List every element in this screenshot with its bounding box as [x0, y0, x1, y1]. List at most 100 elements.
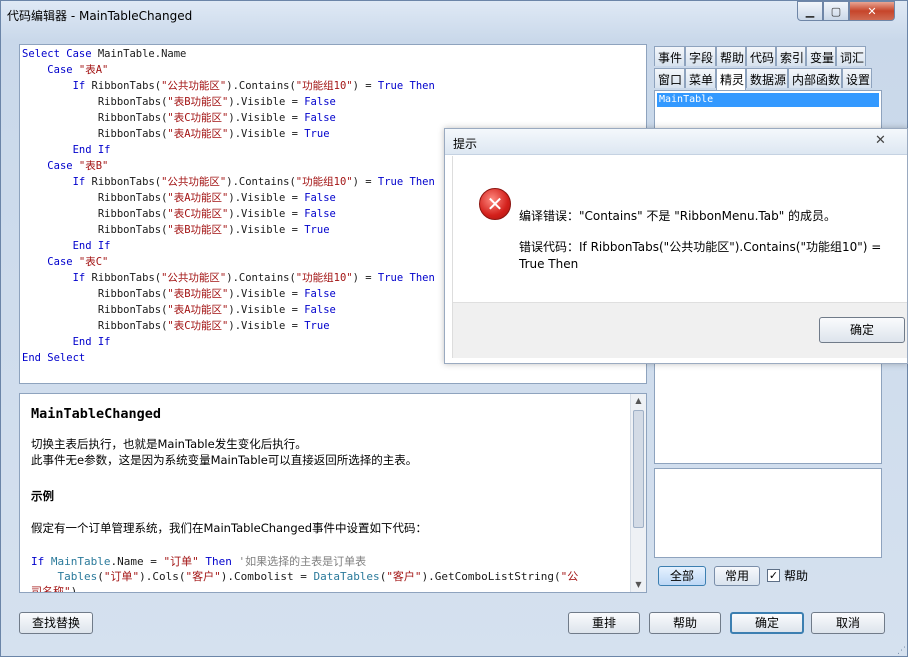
code-token: "表C功能区"	[167, 112, 229, 124]
dialog-ok-button[interactable]: 确定	[819, 317, 905, 343]
tab-5[interactable]: 索引	[776, 46, 806, 66]
code-token: ).GetComboListString(	[421, 570, 561, 583]
dialog-close-icon[interactable]: ✕	[875, 133, 886, 148]
code-token: "表B功能区"	[167, 288, 229, 300]
tab-3[interactable]: 精灵	[716, 68, 746, 90]
code-token: False	[304, 208, 336, 220]
code-token: "公	[560, 570, 579, 583]
tab-4[interactable]: 代码	[746, 46, 776, 66]
rearrange-button[interactable]: 重排	[568, 612, 640, 634]
tab-2[interactable]: 菜单	[685, 68, 716, 88]
code-token: ).Visible =	[228, 320, 305, 332]
code-token: ).Combolist =	[220, 570, 314, 583]
dialog-footer: 确定	[453, 302, 907, 358]
code-token: ).Visible =	[228, 96, 305, 108]
code-token: "表A功能区"	[167, 128, 229, 140]
tab-1[interactable]: 窗口	[654, 68, 685, 88]
cancel-button[interactable]: 取消	[811, 612, 885, 634]
minimize-icon: ▁	[805, 4, 815, 18]
help-checkbox[interactable]: ✓	[767, 569, 780, 582]
code-token: ).Visible =	[228, 128, 305, 140]
code-token: RibbonTabs(	[22, 304, 168, 316]
code-token: True Then	[377, 272, 435, 284]
code-token: (	[97, 570, 104, 583]
code-token: ).Contains(	[226, 176, 296, 188]
code-line: Select Case MainTable.Name	[22, 46, 644, 62]
code-token: RibbonTabs(	[22, 128, 168, 140]
scroll-down-icon[interactable]: ▼	[631, 578, 646, 592]
scroll-up-icon[interactable]: ▲	[631, 394, 646, 408]
tab-3[interactable]: 帮助	[716, 46, 746, 66]
code-token: ).Contains(	[226, 272, 296, 284]
code-token: RibbonTabs(	[22, 96, 168, 108]
code-token: Case	[47, 64, 79, 76]
code-token: "订单"	[163, 555, 199, 568]
code-line: RibbonTabs("表C功能区").Visible = False	[22, 110, 644, 126]
code-token: "客户"	[185, 570, 221, 583]
code-token: ) =	[352, 272, 378, 284]
code-line: Tables("订单").Cols("客户").Combolist = Data…	[31, 569, 631, 584]
tab-1[interactable]: 事件	[654, 46, 685, 66]
dialog-body: ✕ 编译错误："Contains" 不是 "RibbonMenu.Tab" 的成…	[452, 156, 907, 358]
code-token: RibbonTabs(	[22, 320, 168, 332]
close-button[interactable]: ✕	[849, 1, 895, 21]
code-token: ).Cols(	[139, 570, 186, 583]
code-token: '如果选择的主表是订单表	[231, 555, 367, 568]
help-paragraph: 切换主表后执行，也就是MainTable发生变化后执行。	[31, 437, 307, 451]
dialog-title: 提示	[453, 137, 478, 151]
tab-6[interactable]: 变量	[806, 46, 836, 66]
find-replace-button[interactable]: 查找替换	[19, 612, 93, 634]
code-line: RibbonTabs("表B功能区").Visible = False	[22, 94, 644, 110]
maximize-button[interactable]: ▢	[823, 1, 849, 21]
code-token: RibbonTabs(	[22, 224, 168, 236]
code-line: If RibbonTabs("公共功能区").Contains("功能组10")…	[22, 78, 644, 94]
common-button[interactable]: 常用	[714, 566, 760, 586]
help-checkbox-label: 帮助	[784, 569, 809, 583]
minimize-button[interactable]: ▁	[797, 1, 823, 21]
tab-7[interactable]: 词汇	[836, 46, 866, 66]
code-token: "功能组10"	[295, 176, 353, 188]
error-icon: ✕	[479, 188, 511, 220]
code-token: ).Visible =	[228, 224, 305, 236]
code-token: "表B功能区"	[167, 224, 229, 236]
code-token: "公共功能区"	[161, 80, 227, 92]
code-token: "表C功能区"	[167, 320, 229, 332]
title-bar[interactable]: 代码编辑器 - MainTableChanged ▁ ▢ ✕	[1, 1, 907, 31]
scroll-thumb[interactable]	[633, 410, 644, 528]
tab-6[interactable]: 设置	[842, 68, 872, 88]
code-token: False	[304, 304, 336, 316]
list-item-selected[interactable]: MainTable	[657, 93, 879, 107]
code-token: False	[304, 96, 336, 108]
code-token: "表A功能区"	[167, 304, 229, 316]
all-button[interactable]: 全部	[658, 566, 706, 586]
code-token: True Then	[377, 176, 435, 188]
code-token: If	[72, 80, 92, 92]
help-paragraph: 此事件无e参数，这是因为系统变量MainTable可以直接返回所选择的主表。	[31, 453, 418, 467]
code-token: Select Case	[22, 48, 98, 60]
tab-5[interactable]: 内部函数	[788, 68, 842, 88]
code-token: False	[304, 288, 336, 300]
code-token: End If	[72, 144, 111, 156]
help-button[interactable]: 帮助	[649, 612, 721, 634]
code-token: MainTable.Name	[97, 48, 187, 60]
help-scrollbar[interactable]: ▲ ▼	[630, 394, 646, 592]
ok-button[interactable]: 确定	[730, 612, 804, 634]
resize-grip-icon[interactable]: ⋰	[897, 646, 906, 656]
code-token: True	[304, 320, 330, 332]
tab-4[interactable]: 数据源	[746, 68, 788, 88]
code-token: DataTables	[313, 570, 380, 583]
dialog-title-bar[interactable]: 提示 ✕	[445, 129, 907, 155]
code-token: ).Contains(	[226, 80, 296, 92]
code-token: "表A功能区"	[167, 192, 229, 204]
code-token: RibbonTabs(	[22, 112, 168, 124]
window-title: 代码编辑器 - MainTableChanged	[7, 9, 193, 23]
code-token: "客户"	[386, 570, 422, 583]
code-token: "表B功能区"	[167, 96, 229, 108]
tab-2[interactable]: 字段	[685, 46, 716, 66]
